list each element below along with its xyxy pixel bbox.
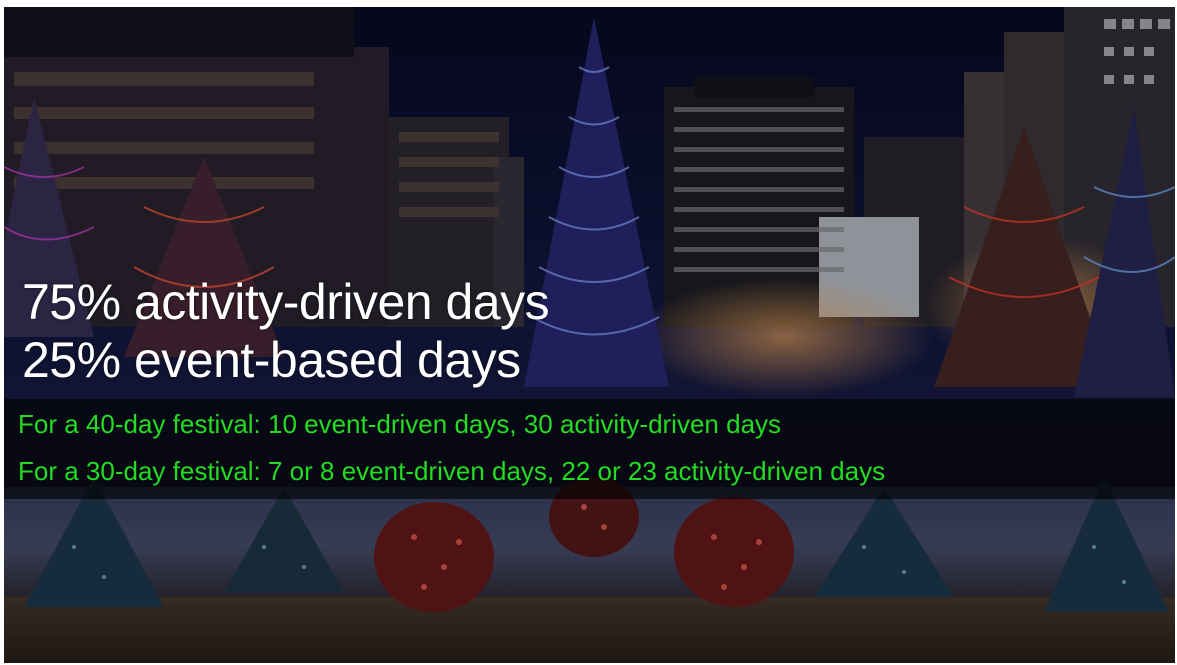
slide-frame: 75% activity-driven days 25% event-based… — [4, 7, 1175, 663]
headline-event-based: 25% event-based days — [22, 332, 521, 388]
detail-40-day-festival: For a 40-day festival: 10 event-driven d… — [18, 409, 782, 439]
detail-30-day-festival: For a 30-day festival: 7 or 8 event-driv… — [18, 456, 886, 486]
headline-activity-driven: 75% activity-driven days — [22, 274, 550, 330]
